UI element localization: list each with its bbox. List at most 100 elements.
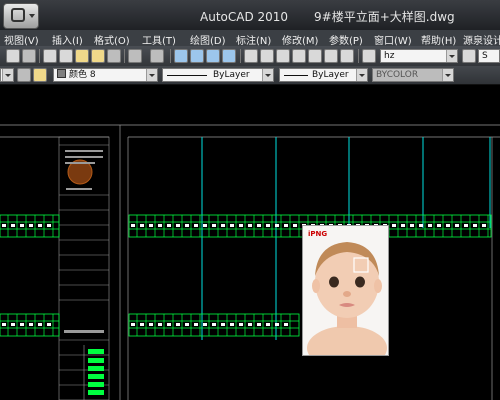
menu-yuanquan[interactable]: 源泉设计 [463,32,500,47]
menu-window[interactable]: 窗口(W) [374,32,412,47]
schedule-cell-mark [212,323,216,326]
drawing-svg [0,124,500,400]
chevron-down-icon [442,69,453,81]
baby-photo-overlay[interactable]: iPNG [302,225,389,356]
markup-icon[interactable] [308,49,322,63]
schedule-cell-mark [266,323,270,326]
menu-modify[interactable]: 修改(M) [282,32,318,47]
schedule-cell-mark [419,224,423,227]
toolbar-separator [170,49,171,63]
zoom-realtime-icon[interactable] [190,49,204,63]
paste-icon[interactable] [75,49,89,63]
standard-toolbar: hz S [0,46,500,67]
print-icon[interactable] [6,49,20,63]
zoom-previous-icon[interactable] [222,49,236,63]
schedule-cell-mark [11,323,15,326]
schedule-cell-mark [239,224,243,227]
schedule-cell-mark [140,224,144,227]
quickcalc-icon[interactable] [324,49,338,63]
preview-icon[interactable] [22,49,36,63]
redo-icon[interactable] [150,49,164,63]
help-icon[interactable] [340,49,354,63]
schedule-cell-text [2,224,486,326]
chevron-down-icon [2,69,13,81]
app-name: AutoCAD 2010 [200,10,289,24]
chevron-down-icon [356,69,367,81]
schedule-cell-mark [194,224,198,227]
schedule-cell-mark [275,224,279,227]
lineweight-select[interactable]: ByLayer [279,68,368,82]
schedule-cell-mark [437,224,441,227]
menu-insert[interactable]: 插入(I) [52,32,83,47]
color-select[interactable]: 颜色 8 [53,68,158,82]
menu-help[interactable]: 帮助(H) [421,32,456,47]
dimension-style-icon[interactable] [462,49,476,63]
design-center-icon[interactable] [260,49,274,63]
schedule-cell-mark [185,323,189,326]
schedule-cell-mark [221,323,225,326]
schedule-cell-mark [275,323,279,326]
schedule-cell-mark [392,224,396,227]
lineweight-value: ByLayer [312,70,349,80]
cut-icon[interactable] [43,49,57,63]
pan-icon[interactable] [174,49,188,63]
menu-draw[interactable]: 绘图(D) [190,32,226,47]
schedule-cell-mark [20,323,24,326]
schedule-cell-mark [47,224,51,227]
menu-dimension[interactable]: 标注(N) [236,32,271,47]
menu-format[interactable]: 格式(O) [94,32,130,47]
title-bar: AutoCAD 2010 9#楼平立面+大样图.dwg [0,0,500,31]
properties-icon[interactable] [244,49,258,63]
linetype-select[interactable]: ByLayer [162,68,274,82]
menu-parametric[interactable]: 参数(P) [329,32,363,47]
menu-view[interactable]: 视图(V) [4,32,39,47]
schedule-cell-mark [230,323,234,326]
menu-tools[interactable]: 工具(T) [142,32,176,47]
schedule-cell-mark [149,323,153,326]
schedule-cell-mark [176,323,180,326]
application-menu-button[interactable] [3,3,39,29]
linetype-value: ByLayer [213,70,250,80]
chevron-down-icon [29,14,35,18]
schedule-cell-mark [230,224,234,227]
toolbar-separator [240,49,241,63]
schedule-cell-mark [446,224,450,227]
schedule-cell-mark [38,224,42,227]
schedule-cell-mark [473,224,477,227]
schedule-cell-mark [257,224,261,227]
block-editor-icon[interactable] [107,49,121,63]
schedule-cell-mark [167,224,171,227]
toolbar-separator [124,49,125,63]
style-select[interactable]: S [478,49,500,63]
chevron-down-icon [446,50,457,62]
zoom-window-icon[interactable] [206,49,220,63]
text-style-value: hz [384,51,395,61]
plotstyle-select[interactable]: BYCOLOR [372,68,454,82]
chevron-down-icon [146,69,157,81]
schedule-cell-mark [284,224,288,227]
make-current-icon[interactable] [33,68,47,82]
schedule-cell-mark [212,224,216,227]
layer-properties-icon[interactable] [17,68,31,82]
schedule-cell-mark [455,224,459,227]
tool-palettes-icon[interactable] [276,49,290,63]
copy-icon[interactable] [59,49,73,63]
match-properties-icon[interactable] [91,49,105,63]
schedule-cell-mark [11,224,15,227]
drawing-canvas[interactable]: iPNG [0,85,500,400]
text-style-select[interactable]: hz [380,49,458,63]
schedule-cell-mark [131,323,135,326]
text-style-icon[interactable] [362,49,376,63]
undo-icon[interactable] [128,49,142,63]
layer-state-select[interactable] [0,68,14,82]
baby-photo-image [303,226,388,355]
schedule-cell-mark [221,224,225,227]
schedule-cell-mark [29,224,33,227]
color-value: 颜色 8 [69,70,96,80]
autocad-logo-icon [11,8,25,22]
schedule-cell-mark [239,323,243,326]
schedule-cell-mark [266,224,270,227]
sheet-set-icon[interactable] [292,49,306,63]
style-value: S [482,51,488,61]
linetype-preview [167,75,207,76]
